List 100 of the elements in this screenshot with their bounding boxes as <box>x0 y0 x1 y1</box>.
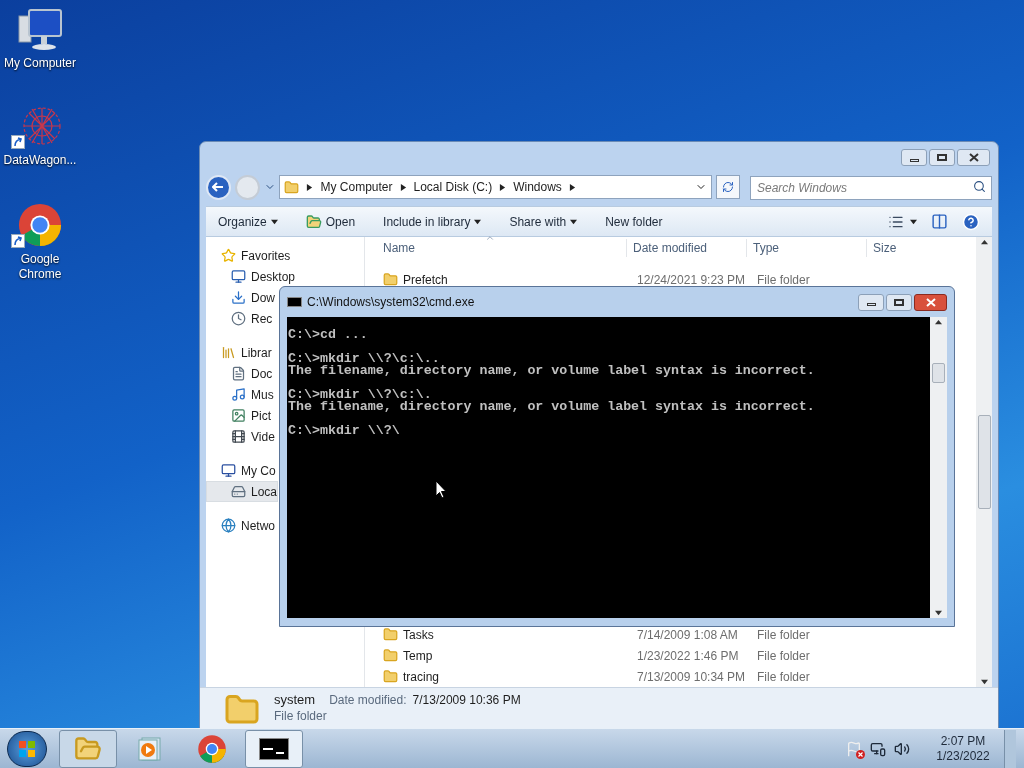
clock[interactable]: 2:07 PM 1/23/2022 <box>930 733 996 764</box>
date-modified: 12/24/2021 9:23 PM <box>637 271 747 289</box>
file-type: File folder <box>757 271 811 289</box>
sidebar-item[interactable]: Pict <box>206 405 272 426</box>
close-button[interactable] <box>914 293 947 311</box>
address-bar[interactable]: My Computer Local Disk (C:) Windows <box>279 175 713 199</box>
date-label: Date modified: <box>329 692 407 708</box>
scroll-up-icon[interactable] <box>980 239 988 246</box>
date-modified: 1/23/2022 1:46 PM <box>637 647 740 665</box>
desktop-icon-label[interactable]: Google Chrome <box>0 252 80 282</box>
column-header[interactable]: Type <box>746 239 866 257</box>
computer-icon <box>221 463 236 478</box>
document-icon <box>231 366 246 381</box>
preview-pane-icon[interactable] <box>931 213 948 230</box>
network-icon[interactable] <box>870 740 886 757</box>
globe-icon <box>221 518 236 533</box>
breadcrumb[interactable]: My Computer <box>320 178 393 196</box>
sidebar-item[interactable]: Favorites <box>206 245 292 266</box>
date-modified: 7/14/2009 1:08 AM <box>637 626 739 644</box>
monitor-icon <box>231 269 246 284</box>
column-header[interactable]: Name <box>365 239 626 257</box>
folder-icon <box>383 648 398 663</box>
toolbar-button[interactable]: Organize <box>218 212 278 231</box>
breadcrumb-separator-icon[interactable] <box>499 183 507 191</box>
column-header[interactable]: Date modified <box>626 239 746 257</box>
sidebar-item[interactable]: Vide <box>206 426 276 447</box>
search-field[interactable]: Search Windows <box>750 175 992 200</box>
close-button[interactable] <box>957 149 990 166</box>
breadcrumb[interactable]: Local Disk (C:) <box>413 178 493 196</box>
windows-logo-icon <box>18 739 36 758</box>
minimize-button[interactable] <box>858 293 884 311</box>
start-button[interactable] <box>7 730 47 767</box>
console-line: C:\>cd ... <box>288 329 369 341</box>
computer-icon[interactable] <box>17 8 63 52</box>
picture-icon <box>231 408 246 423</box>
sidebar-item[interactable]: Rec <box>206 308 274 329</box>
sidebar-item[interactable]: Doc <box>206 363 274 384</box>
console-line: The filename, directory name, or volume label syntax is incorrect. <box>288 365 816 377</box>
maximize-button[interactable] <box>929 149 955 166</box>
flag-icon[interactable] <box>846 740 862 757</box>
toolbar-button[interactable]: New folder <box>605 212 663 231</box>
scrollbar[interactable] <box>930 317 947 618</box>
scroll-up-icon[interactable] <box>935 319 942 326</box>
music-note-icon <box>231 387 246 402</box>
volume-icon[interactable] <box>894 740 910 757</box>
breadcrumb[interactable]: Windows <box>513 178 562 196</box>
file-type: File folder <box>757 668 811 686</box>
refresh-icon <box>722 181 735 193</box>
column-header[interactable]: Size <box>866 239 956 257</box>
back-arrow-icon <box>212 182 225 192</box>
date-value: 7/13/2009 10:36 PM <box>412 692 521 708</box>
item-type: File folder <box>274 708 328 724</box>
maximize-button[interactable] <box>886 293 912 311</box>
toolbar-button[interactable]: Include in library <box>383 212 482 231</box>
back-button[interactable] <box>206 174 231 200</box>
breadcrumb-separator-icon[interactable] <box>306 183 314 191</box>
breadcrumb-separator-icon[interactable] <box>568 183 576 191</box>
scroll-thumb[interactable] <box>932 362 945 383</box>
desktop-icon-label[interactable]: DataWagon... <box>3 153 77 168</box>
scroll-down-icon[interactable] <box>980 678 988 685</box>
mouse-pointer-icon <box>435 480 447 499</box>
file-name[interactable]: tracing <box>403 667 440 686</box>
folder-icon <box>284 179 300 195</box>
toolbar-button[interactable]: Open <box>305 212 356 231</box>
folder-open-icon <box>305 213 322 230</box>
scroll-thumb[interactable] <box>977 415 991 509</box>
clock-icon <box>231 311 246 326</box>
minimize-button[interactable] <box>901 149 927 166</box>
chrome-icon <box>17 202 63 248</box>
dropdown-caret-icon <box>270 218 278 225</box>
breadcrumb-separator-icon[interactable] <box>399 183 407 191</box>
help-icon[interactable] <box>962 212 980 231</box>
console-icon <box>259 737 289 760</box>
chrome-icon <box>197 733 227 764</box>
scrollbar[interactable] <box>976 237 992 687</box>
download-icon <box>231 290 246 305</box>
sidebar-item[interactable]: Loca <box>206 481 278 502</box>
taskbar-button[interactable] <box>245 729 303 768</box>
sidebar-item[interactable]: Mus <box>206 384 275 405</box>
scroll-down-icon[interactable] <box>935 609 942 616</box>
desktop-icon-label[interactable]: My Computer <box>4 56 76 71</box>
toolbar-button[interactable]: Share with <box>509 212 578 231</box>
dropdown-caret-icon[interactable] <box>910 218 917 225</box>
file-name[interactable]: Temp <box>403 646 433 665</box>
sidebar-item[interactable]: My Co <box>206 460 277 481</box>
refresh-button[interactable] <box>716 175 740 199</box>
folder-icon <box>383 627 398 642</box>
dropdown-caret-icon <box>474 218 482 225</box>
console-title-icon <box>287 297 302 307</box>
sidebar-item[interactable]: Netwo <box>206 515 276 536</box>
star-icon <box>221 248 236 263</box>
close-icon <box>925 297 936 307</box>
file-name[interactable]: Tasks <box>403 625 434 644</box>
sidebar-item[interactable]: Librar <box>206 342 273 363</box>
sort-caret-icon <box>485 233 495 243</box>
file-name[interactable]: Prefetch <box>403 270 448 289</box>
sidebar-item[interactable]: Dow <box>206 287 276 308</box>
sidebar-item[interactable]: Desktop <box>206 266 297 287</box>
dropdown-caret-icon <box>570 218 578 225</box>
search-icon <box>973 179 986 193</box>
